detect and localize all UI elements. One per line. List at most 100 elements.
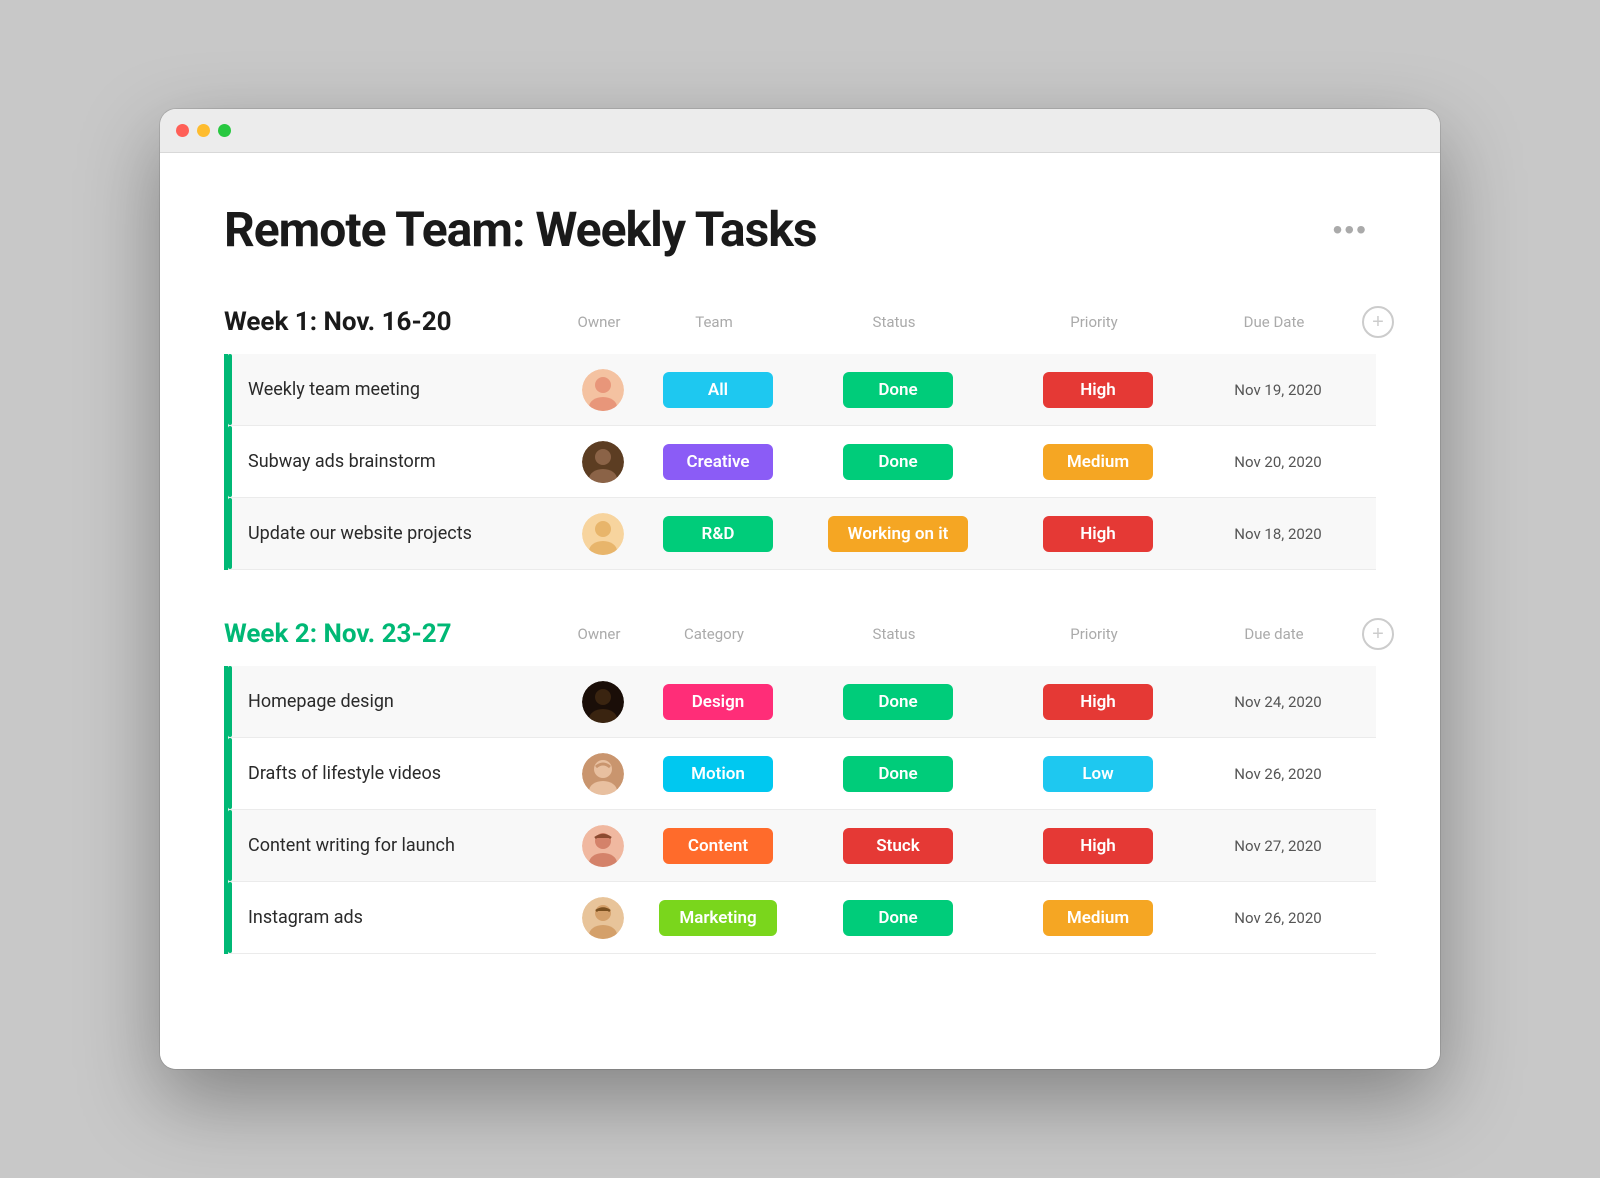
task-name: Content writing for launch [228,835,568,856]
table-row: Content writing for launch [224,810,1376,882]
avatar [582,825,624,867]
cell-status: Done [798,684,998,720]
table-row: Drafts of lifestyle videos [224,738,1376,810]
table-row: Weekly team meeting All [224,354,1376,426]
cell-team: All [638,372,798,408]
task-cells: All Done High Nov 19, 2020 [568,369,1376,411]
task-row-3[interactable]: Update our website projects R&D [228,498,1376,570]
maximize-button[interactable] [218,124,231,137]
task-name: Homepage design [228,691,568,712]
task-cells: Design Done High Nov 24, 2020 [568,681,1376,723]
team-badge: Creative [663,444,773,480]
page-title: Remote Team: Weekly Tasks [224,201,817,258]
avatar [582,513,624,555]
cell-team: Marketing [638,900,798,936]
avatar [582,441,624,483]
cell-priority: Medium [998,444,1198,480]
table-row: Homepage design Design [224,666,1376,738]
task-row-5[interactable]: Drafts of lifestyle videos [228,738,1376,810]
col-status-label: Status [794,313,994,331]
app-window: Remote Team: Weekly Tasks ••• Week 1: No… [160,109,1440,1069]
cell-status: Done [798,900,998,936]
week1-section: Week 1: Nov. 16-20 Owner Team Status Pri… [224,306,1376,570]
col-category-label: Category [634,625,794,643]
cell-status: Working on it [798,516,998,552]
cell-due: Nov 18, 2020 [1198,525,1358,543]
cell-team: R&D [638,516,798,552]
task-name: Drafts of lifestyle videos [228,763,568,784]
task-row-1[interactable]: Weekly team meeting All [228,354,1376,426]
more-options-button[interactable]: ••• [1325,206,1376,254]
priority-badge: Low [1043,756,1153,792]
cell-owner [568,513,638,555]
table-row: Update our website projects R&D [224,498,1376,570]
week2-header: Week 2: Nov. 23-27 Owner Category Status… [224,618,1376,650]
task-row-2[interactable]: Subway ads brainstorm Creative [228,426,1376,498]
title-bar [160,109,1440,153]
week2-section: Week 2: Nov. 23-27 Owner Category Status… [224,618,1376,954]
status-badge: Done [843,900,953,936]
cell-priority: High [998,372,1198,408]
cell-priority: Medium [998,900,1198,936]
week1-title: Week 1: Nov. 16-20 [224,307,564,337]
col-status-label: Status [794,625,994,643]
week2-title: Week 2: Nov. 23-27 [224,619,564,649]
cell-due: Nov 24, 2020 [1198,693,1358,711]
add-column-button[interactable]: + [1362,618,1394,650]
cell-due: Nov 19, 2020 [1198,381,1358,399]
task-name: Subway ads brainstorm [228,451,568,472]
task-row-7[interactable]: Instagram ads Ma [228,882,1376,954]
col-owner-label: Owner [564,313,634,331]
cell-owner [568,441,638,483]
team-badge: R&D [663,516,773,552]
cell-priority: High [998,684,1198,720]
cell-due: Nov 26, 2020 [1198,765,1358,783]
status-badge: Working on it [828,516,969,552]
status-badge: Done [843,444,953,480]
cell-owner [568,369,638,411]
cell-due: Nov 27, 2020 [1198,837,1358,855]
team-badge: All [663,372,773,408]
priority-badge: Medium [1043,900,1153,936]
week2-col-headers: Owner Category Status Priority Due date … [564,618,1394,650]
avatar [582,753,624,795]
col-priority-label: Priority [994,625,1194,643]
cell-owner [568,753,638,795]
minimize-button[interactable] [197,124,210,137]
priority-badge: High [1043,372,1153,408]
close-button[interactable] [176,124,189,137]
cell-owner [568,825,638,867]
task-row-4[interactable]: Homepage design Design [228,666,1376,738]
status-badge: Done [843,684,953,720]
table-row: Instagram ads Ma [224,882,1376,954]
cell-priority: Low [998,756,1198,792]
task-cells: Marketing Done Medium Nov 26, 2020 [568,897,1376,939]
cell-status: Done [798,372,998,408]
cell-team: Content [638,828,798,864]
table-row: Subway ads brainstorm Creative [224,426,1376,498]
cell-status: Done [798,756,998,792]
team-badge: Design [663,684,773,720]
week1-header: Week 1: Nov. 16-20 Owner Team Status Pri… [224,306,1376,338]
status-badge: Stuck [843,828,953,864]
task-name: Weekly team meeting [228,379,568,400]
task-cells: Content Stuck High Nov 27, 2020 [568,825,1376,867]
week1-tasks: Weekly team meeting All [224,354,1376,570]
priority-badge: High [1043,684,1153,720]
priority-badge: High [1043,828,1153,864]
team-badge: Motion [663,756,773,792]
col-due-label: Due date [1194,625,1354,643]
avatar [582,897,624,939]
col-team-label: Team [634,313,794,331]
cell-team: Design [638,684,798,720]
task-row-6[interactable]: Content writing for launch [228,810,1376,882]
cell-team: Creative [638,444,798,480]
col-priority-label: Priority [994,313,1194,331]
priority-badge: Medium [1043,444,1153,480]
cell-due: Nov 26, 2020 [1198,909,1358,927]
add-column-button[interactable]: + [1362,306,1394,338]
priority-badge: High [1043,516,1153,552]
team-badge: Marketing [659,900,776,936]
week2-tasks: Homepage design Design [224,666,1376,954]
status-badge: Done [843,756,953,792]
